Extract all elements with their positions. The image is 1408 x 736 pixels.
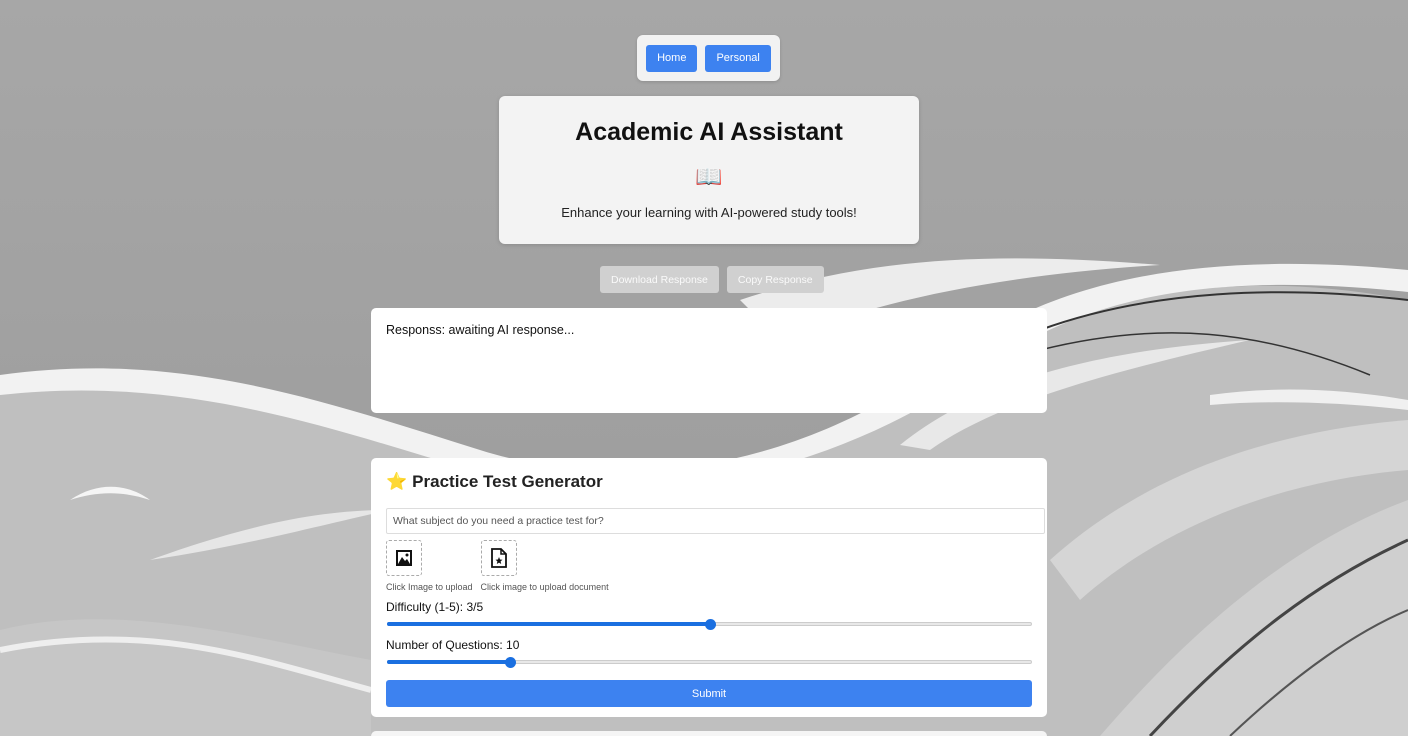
- questions-slider[interactable]: [387, 656, 1032, 668]
- generator-header: ⭐ Practice Test Generator: [386, 472, 1032, 492]
- difficulty-label: Difficulty (1-5): 3/5: [386, 600, 484, 614]
- image-upload-label: Click Image to upload: [386, 582, 473, 592]
- home-button[interactable]: Home: [646, 44, 698, 72]
- next-card: [371, 731, 1047, 736]
- image-icon: [396, 550, 412, 566]
- submit-button[interactable]: Submit: [386, 680, 1032, 707]
- download-response-button[interactable]: Download Response: [600, 266, 719, 293]
- questions-fill: [387, 660, 510, 664]
- questions-label: Number of Questions: 10: [386, 638, 520, 652]
- copy-response-button[interactable]: Copy Response: [726, 266, 824, 293]
- page-title: Academic AI Assistant: [575, 118, 843, 146]
- subject-input[interactable]: [386, 508, 1045, 534]
- page-subtitle: Enhance your learning with AI-powered st…: [561, 205, 857, 220]
- document-upload: Click image to upload document: [480, 540, 609, 592]
- image-upload: Click Image to upload: [386, 540, 473, 592]
- difficulty-slider[interactable]: [387, 618, 1032, 630]
- image-upload-button[interactable]: [386, 540, 422, 576]
- header-card: Academic AI Assistant 📖 Enhance your lea…: [499, 96, 919, 244]
- document-upload-button[interactable]: [480, 540, 517, 576]
- response-panel: Responss: awaiting AI response...: [371, 308, 1047, 413]
- personal-button[interactable]: Personal: [705, 44, 771, 72]
- generator-title: Practice Test Generator: [412, 472, 603, 491]
- upload-row: Click Image to upload Click image to upl…: [386, 540, 1032, 592]
- response-text: Responss: awaiting AI response...: [386, 323, 575, 337]
- difficulty-thumb[interactable]: [704, 619, 716, 630]
- response-actions: Download Response Copy Response: [600, 266, 824, 293]
- open-book-icon: 📖: [695, 164, 723, 189]
- document-icon: [490, 548, 507, 568]
- star-icon: ⭐: [386, 472, 408, 491]
- top-nav: Home Personal: [637, 35, 780, 81]
- difficulty-fill: [387, 622, 710, 626]
- document-upload-label: Click image to upload document: [480, 582, 609, 592]
- practice-test-generator-card: ⭐ Practice Test Generator Click Image to…: [371, 458, 1047, 717]
- questions-thumb[interactable]: [504, 657, 516, 668]
